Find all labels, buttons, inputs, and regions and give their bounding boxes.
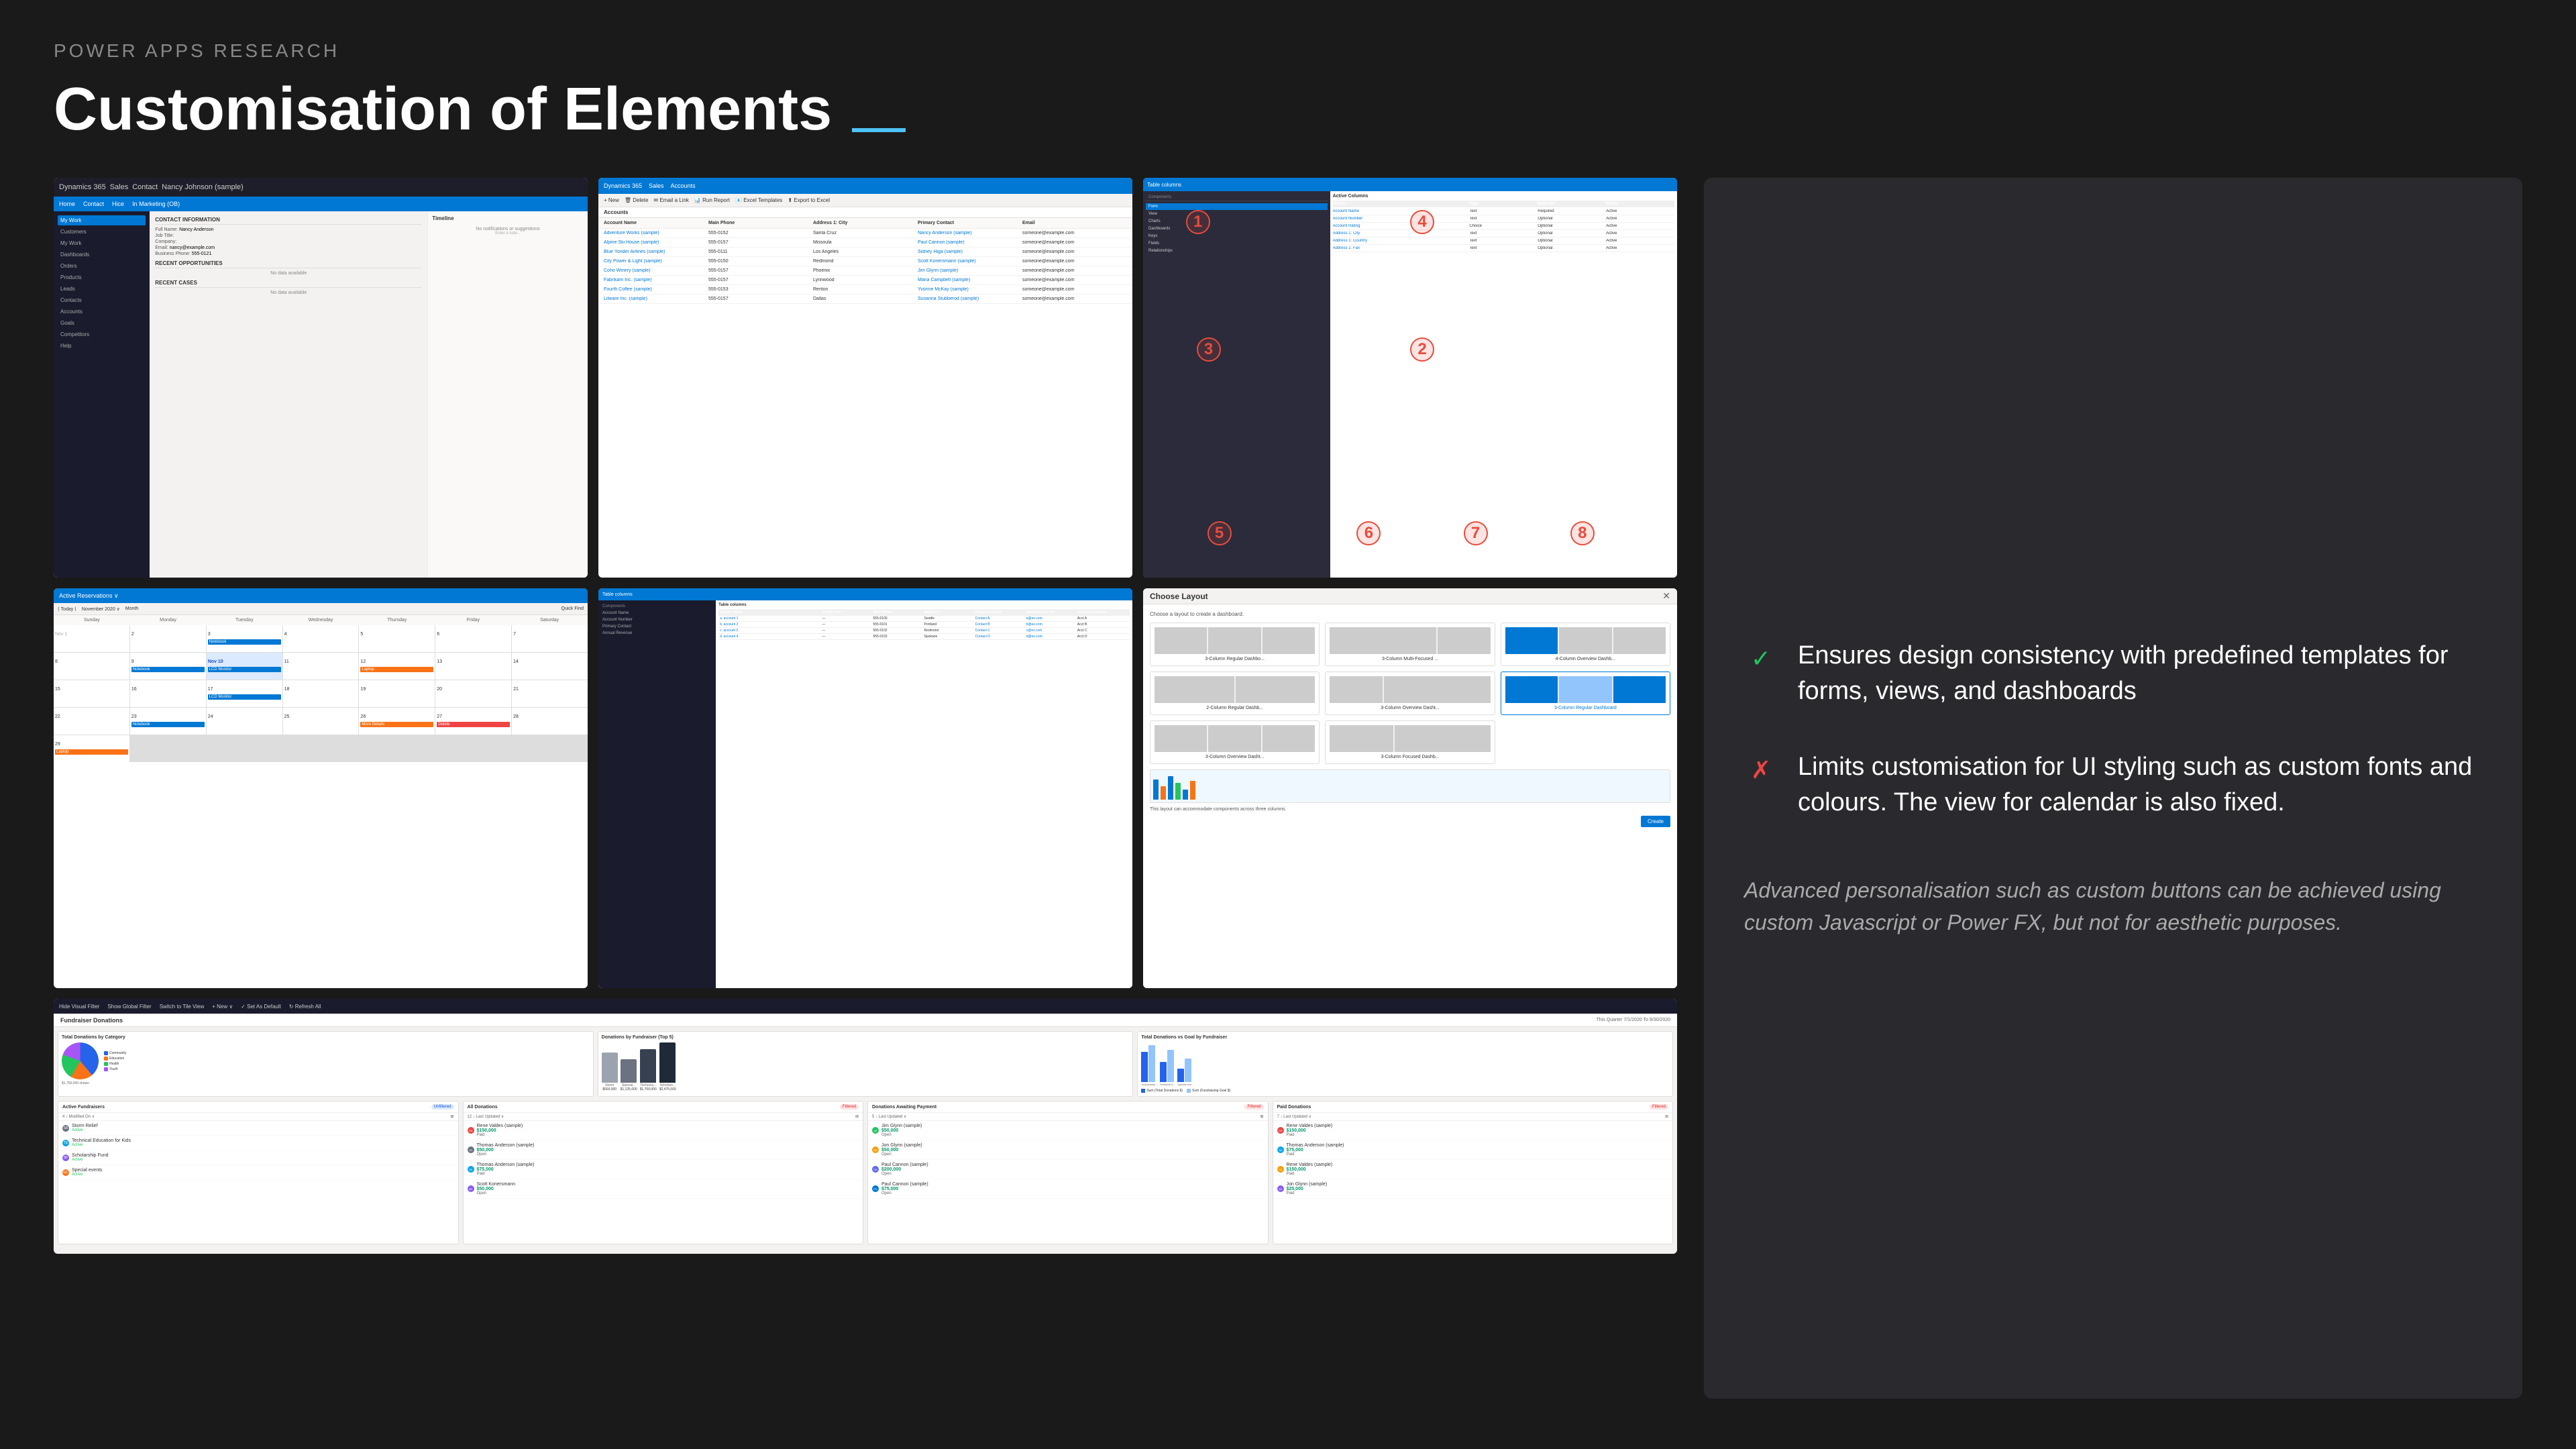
bullet-check: ✓ Ensures design consistency with predef…	[1744, 638, 2482, 709]
italic-note: Advanced personalisation such as custom …	[1744, 874, 2482, 938]
table-all-donations: All Donations Filtered 12 ↓ Last Updated…	[463, 1101, 864, 1244]
screenshot-fundraiser-dashboard: Hide Visual Filter Show Global Filter Sw…	[54, 999, 1677, 1254]
annotation-1: 1	[1186, 210, 1210, 234]
col-contact: Primary Contact	[918, 221, 1022, 225]
annotation-3: 3	[1197, 337, 1221, 362]
awaiting-row: SD Jon Glynn (sample) $50,000 Open	[868, 1140, 1268, 1160]
bullet-cross: ✗ Limits customisation for UI styling su…	[1744, 749, 2482, 820]
layout-option[interactable]: 3-Column Regular Dashbo...	[1150, 623, 1320, 666]
cross-icon: ✗	[1744, 753, 1778, 787]
page-label: POWER APPS RESEARCH	[54, 40, 2522, 62]
col-main-phone: Main Phone	[708, 221, 813, 225]
check-icon: ✓	[1744, 642, 1778, 676]
annotation-5: 5	[1208, 521, 1232, 545]
layout-option[interactable]: 3-Column Multi-Focused ...	[1325, 623, 1495, 666]
account-row: Litware Inc. (sample) 555-0157 Dallas Su…	[598, 294, 1132, 304]
donation-row: OS Rene Valdes (sample) $150,000 Paid	[464, 1121, 863, 1140]
screenshots-grid: Dynamics 365 Sales Contact Nancy Johnson…	[54, 178, 1677, 1399]
layout-option[interactable]: 4-Column Overview Dashb...	[1501, 623, 1670, 666]
layout-option[interactable]: 3-Column Overview Dasht...	[1325, 672, 1495, 715]
account-row: Alpine Ski House (sample) 555-0157 Misso…	[598, 238, 1132, 248]
paid-row: JG Jon Glynn (sample) $25,000 Paid	[1273, 1179, 1673, 1199]
bullet-cross-text: Limits customisation for UI styling such…	[1798, 749, 2482, 820]
donation-row: SK Scott Konersmann $50,000 Open	[464, 1179, 863, 1199]
layout-option[interactable]: 3-Column Focused Dashb...	[1325, 720, 1495, 764]
fundraiser-row: SF Scholarship Fund Active	[58, 1150, 458, 1165]
page-title: Customisation of Elements	[54, 75, 2522, 144]
donation-row: TA Thomas Anderson (sample) $75,000 Paid	[464, 1160, 863, 1179]
annotation-8: 8	[1570, 521, 1595, 545]
awaiting-row: PC Paul Cannon (sample) $75,000 Open	[868, 1179, 1268, 1199]
col-email: Email	[1022, 221, 1127, 225]
screenshot-calendar: Active Reservations ∨ ⟨ Today ⟩ November…	[54, 588, 588, 988]
screenshot-accounts-list: Dynamics 365 Sales Accounts + New 🗑 Dele…	[598, 178, 1132, 578]
annotation-4: 4	[1410, 210, 1434, 234]
paid-row: OS Rene Valdes (sample) $150,000 Paid	[1273, 1121, 1673, 1140]
col-account-name: Account Name	[604, 221, 708, 225]
screenshot-table-columns: Table columns Components Form View Chart…	[1143, 178, 1677, 578]
title-underline	[852, 128, 906, 132]
table-donations-awaiting: Donations Awaiting Payment Filtered 5 ↓ …	[867, 1101, 1269, 1244]
account-row: City Power & Light (sample) 555-0150 Red…	[598, 257, 1132, 266]
screenshot-dynamics-crm: Dynamics 365 Sales Contact Nancy Johnson…	[54, 178, 588, 578]
right-panel: ✓ Ensures design consistency with predef…	[1704, 178, 2522, 1399]
col-city: Address 1: City	[813, 221, 918, 225]
account-row: Fabrikam Inc. (sample) 555-0157 Lynnwood…	[598, 276, 1132, 285]
account-row: Adventure Works (sample) 555-0152 Santa …	[598, 229, 1132, 238]
layout-option[interactable]: 3-Column Overview Dasht...	[1150, 720, 1320, 764]
layout-option[interactable]: 2-Column Regular Dashb...	[1150, 672, 1320, 715]
fundraiser-row: TE Technical Education for Kids Active	[58, 1136, 458, 1150]
chart-donations-vs-goal: Total Donations vs Goal by Fundraiser Sc…	[1137, 1031, 1673, 1097]
donation-row: JG Thomas Anderson (sample) $50,000 Open	[464, 1140, 863, 1160]
paid-row: TV Rene Valdes (sample) $150,000 Paid	[1273, 1160, 1673, 1179]
close-icon[interactable]: ✕	[1662, 590, 1670, 602]
account-row: Blue Yonder Airlines (sample) 555-0111 L…	[598, 248, 1132, 257]
paid-row: TA Thomas Anderson (sample) $75,000 Paid	[1273, 1140, 1673, 1160]
chart-total-donations: Total Donations by Category Community Ed…	[58, 1031, 594, 1097]
annotation-7: 7	[1464, 521, 1488, 545]
create-button[interactable]: Create	[1641, 816, 1670, 827]
awaiting-row: GC Paul Cannon (sample) $200,000 Open	[868, 1160, 1268, 1179]
content-area: Dynamics 365 Sales Contact Nancy Johnson…	[54, 178, 2522, 1399]
table-active-fundraisers: Active Fundraisers Unfiltered 4 ↓ Modifi…	[58, 1101, 459, 1244]
screenshot-table-columns-2: Table columns Components Account Name Ac…	[598, 588, 1132, 988]
account-row: Coho Winery (sample) 555-0157 Phoenix Ji…	[598, 266, 1132, 276]
accounts-header: Accounts	[598, 207, 1132, 218]
chart-donations-fundraiser: Donations by Fundraiser (Top 5) Storm$50…	[598, 1031, 1134, 1097]
screenshot-choose-layout: Choose Layout ✕ Choose a layout to creat…	[1143, 588, 1677, 988]
fundraiser-row: SR Storm Relief Active	[58, 1121, 458, 1136]
fundraiser-row: GC Special events Active	[58, 1165, 458, 1180]
bullet-check-text: Ensures design consistency with predefin…	[1798, 638, 2482, 709]
account-row: Fourth Coffee (sample) 555-0153 Renton Y…	[598, 285, 1132, 294]
layout-option[interactable]: 3-Column Regular Dashboard	[1501, 672, 1670, 715]
awaiting-row: JG Jim Glynn (sample) $50,000 Open	[868, 1121, 1268, 1140]
page-container: POWER APPS RESEARCH Customisation of Ele…	[0, 0, 2576, 1449]
table-paid-donations: Paid Donations Filtered 7 ↓ Last Updated…	[1273, 1101, 1674, 1244]
